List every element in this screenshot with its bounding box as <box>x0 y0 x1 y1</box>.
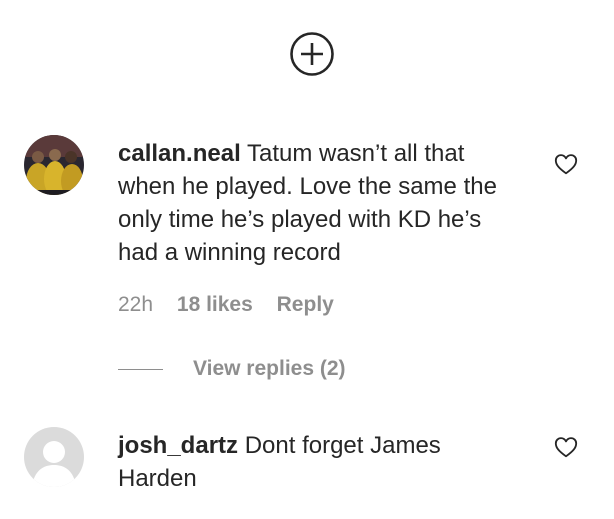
comment-timestamp: 22h <box>118 293 154 316</box>
view-replies-button[interactable]: View replies (2) <box>118 357 346 381</box>
comment-username[interactable]: josh_dartz <box>118 432 238 459</box>
avatar[interactable] <box>24 135 84 195</box>
comment-likes-count[interactable]: 18 likes <box>177 293 253 316</box>
reply-button[interactable]: Reply <box>277 293 334 316</box>
team-photo-avatar <box>24 135 84 195</box>
default-avatar-icon <box>24 427 84 487</box>
comment-meta: 22h 18 likes Reply <box>118 293 352 317</box>
heart-icon <box>554 437 578 458</box>
heart-icon <box>554 154 578 175</box>
load-more-comments-button[interactable] <box>289 31 335 77</box>
comment-body: josh_dartz Dont forget James Harden <box>118 429 518 495</box>
avatar[interactable] <box>24 427 84 487</box>
like-button[interactable] <box>553 151 579 177</box>
comment-username[interactable]: callan.neal <box>118 140 241 167</box>
comment-body: callan.neal Tatum wasn’t all that when h… <box>118 137 518 269</box>
view-replies-label: View replies (2) <box>193 357 346 380</box>
divider-line <box>118 368 163 370</box>
plus-circle-icon <box>290 32 334 76</box>
like-button[interactable] <box>553 434 579 460</box>
